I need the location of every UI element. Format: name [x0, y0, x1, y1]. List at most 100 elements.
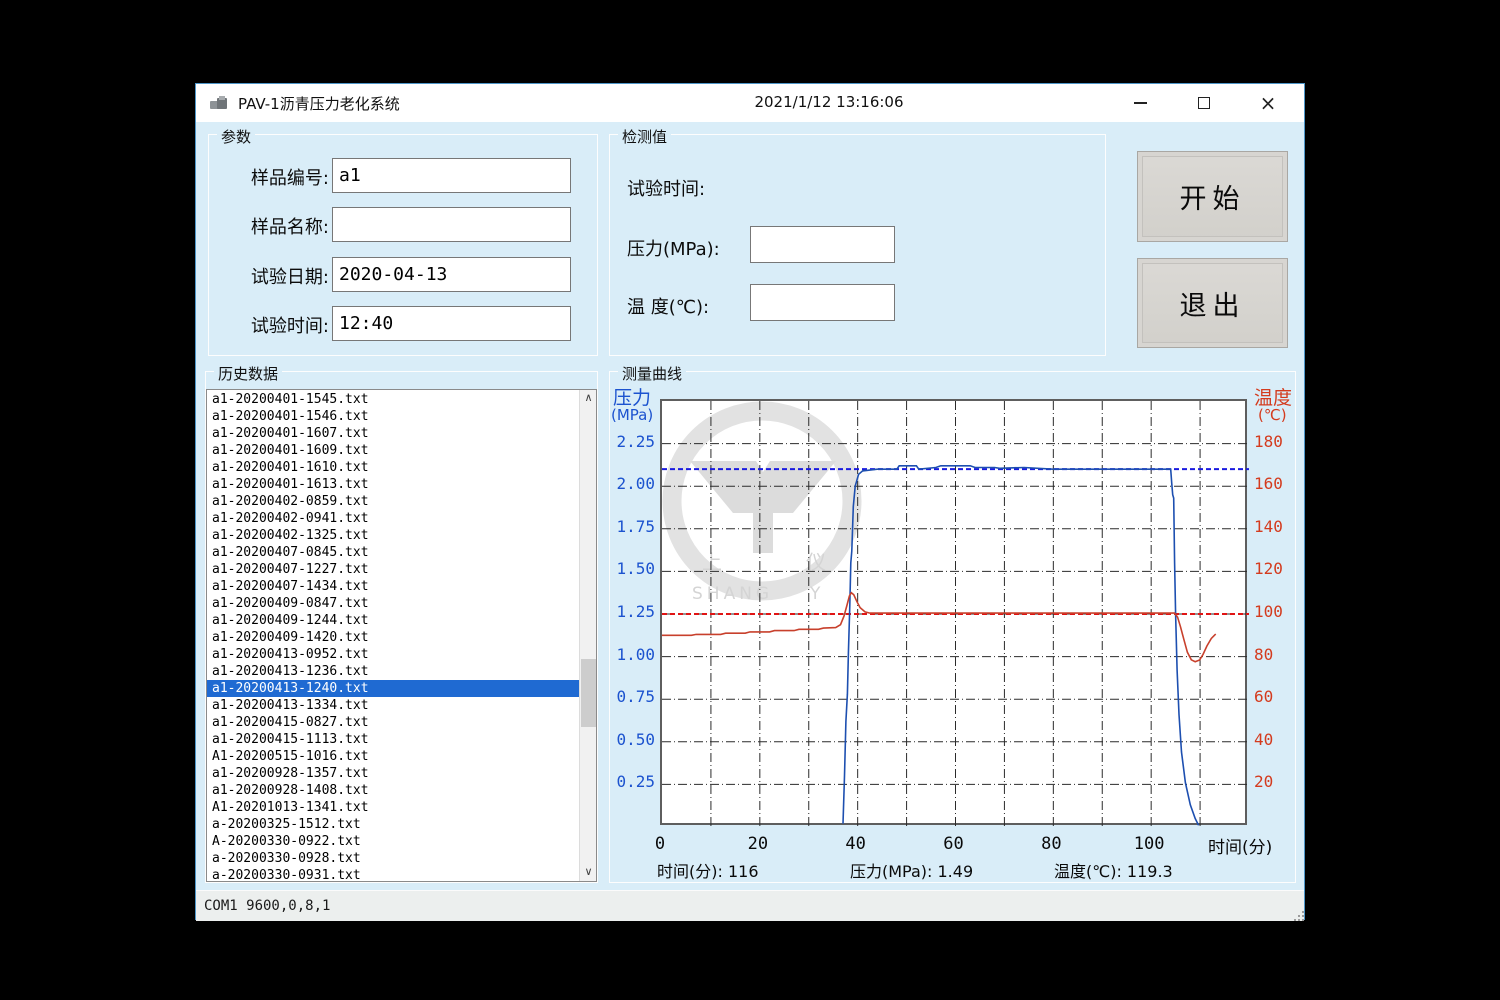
list-item[interactable]: a1-20200409-1420.txt: [207, 629, 579, 646]
list-item[interactable]: a1-20200402-1325.txt: [207, 527, 579, 544]
maximize-icon: [1198, 97, 1210, 109]
scroll-up-icon[interactable]: ∧: [580, 390, 597, 407]
list-item[interactable]: a1-20200402-0941.txt: [207, 510, 579, 527]
minimize-icon: [1134, 102, 1147, 104]
readout-2: 温度(℃): 119.3: [1054, 858, 1173, 882]
right-axis-tick: 40: [1254, 730, 1273, 749]
chart-panel: 测量曲线 压力 (MPa) 温度 (℃) 2.252.001.751.501.2…: [609, 371, 1296, 883]
x-axis-tick: 80: [1029, 834, 1073, 854]
sample-id-input[interactable]: [332, 158, 571, 193]
x-axis-tick: 0: [638, 834, 682, 854]
list-item[interactable]: a1-20200407-0845.txt: [207, 544, 579, 561]
list-item[interactable]: a1-20200413-0952.txt: [207, 646, 579, 663]
right-axis-tick: 100: [1254, 602, 1283, 621]
maximize-button[interactable]: [1172, 84, 1236, 122]
watermark-logo: 上 仪 SHANG Y: [672, 411, 852, 604]
window-title: PAV-1沥青压力老化系统: [238, 93, 400, 114]
list-item[interactable]: a1-20200415-0827.txt: [207, 714, 579, 731]
close-button[interactable]: ×: [1236, 84, 1300, 122]
list-item[interactable]: a-20200325-1512.txt: [207, 816, 579, 833]
list-item[interactable]: a1-20200401-1546.txt: [207, 408, 579, 425]
history-list: a1-20200401-1545.txta1-20200401-1546.txt…: [207, 391, 579, 882]
status-bar: COM1 9600,0,8,1: [196, 890, 1304, 921]
test-date-label: 试验日期:: [217, 263, 329, 289]
params-panel: 参数 样品编号: 样品名称: 试验日期: 试验时间:: [208, 134, 598, 356]
title-bar: PAV-1沥青压力老化系统 2021/1/12 13:16:06 ×: [196, 84, 1304, 122]
list-item[interactable]: a1-20200407-1434.txt: [207, 578, 579, 595]
list-item[interactable]: a1-20200402-0859.txt: [207, 493, 579, 510]
resize-grip-icon[interactable]: [1298, 915, 1300, 917]
test-time-input[interactable]: [332, 306, 571, 341]
list-item[interactable]: A1-20200515-1016.txt: [207, 748, 579, 765]
test-date-input[interactable]: [332, 257, 571, 292]
pressure-reading-input[interactable]: [750, 226, 895, 263]
list-item[interactable]: a1-20200415-1113.txt: [207, 731, 579, 748]
right-axis-unit: (℃): [1258, 406, 1287, 424]
list-item[interactable]: a1-20200407-1227.txt: [207, 561, 579, 578]
chart-plot-area: 上 仪 SHANG Y: [660, 399, 1247, 825]
list-item[interactable]: a-20200330-0931.txt: [207, 867, 579, 882]
list-item[interactable]: a-20200330-0928.txt: [207, 850, 579, 867]
temp-reading-label: 温 度(℃):: [627, 293, 709, 319]
close-icon: ×: [1260, 93, 1277, 113]
app-window: PAV-1沥青压力老化系统 2021/1/12 13:16:06 × 参数 样品…: [195, 83, 1305, 920]
readings-panel: 检测值 试验时间: 压力(MPa): 温 度(℃):: [609, 134, 1106, 356]
history-panel: 历史数据 a1-20200401-1545.txta1-20200401-154…: [205, 371, 598, 883]
list-item[interactable]: a1-20200401-1607.txt: [207, 425, 579, 442]
watermark-text: Y: [809, 584, 824, 604]
chart-panel-title: 测量曲线: [618, 363, 686, 384]
measurement-chart: 上 仪 SHANG Y: [662, 401, 1249, 827]
watermark-text: 上: [702, 550, 726, 574]
elapsed-time-label: 试验时间:: [627, 175, 705, 201]
list-item[interactable]: a1-20200401-1613.txt: [207, 476, 579, 493]
list-item[interactable]: a1-20200401-1609.txt: [207, 442, 579, 459]
list-item[interactable]: a1-20200409-0847.txt: [207, 595, 579, 612]
exit-button[interactable]: 退出: [1137, 258, 1288, 348]
left-axis-tick: 0.75: [610, 687, 655, 706]
titlebar-clock: 2021/1/12 13:16:06: [754, 93, 903, 111]
list-item[interactable]: a1-20200401-1545.txt: [207, 391, 579, 408]
sample-name-input[interactable]: [332, 207, 571, 242]
list-item[interactable]: a1-20200409-1244.txt: [207, 612, 579, 629]
scroll-down-icon[interactable]: ∨: [580, 864, 597, 881]
left-axis-tick: 1.00: [610, 645, 655, 664]
left-axis-tick: 2.00: [610, 474, 655, 493]
sample-id-label: 样品编号:: [217, 164, 329, 190]
list-item[interactable]: a1-20200413-1240.txt: [207, 680, 579, 697]
history-scrollbar[interactable]: ∧ ∨: [579, 390, 596, 881]
left-axis-tick: 0.25: [610, 772, 655, 791]
list-item[interactable]: a1-20200413-1236.txt: [207, 663, 579, 680]
test-time-label: 试验时间:: [217, 312, 329, 338]
list-item[interactable]: A1-20201013-1341.txt: [207, 799, 579, 816]
list-item[interactable]: a1-20200928-1408.txt: [207, 782, 579, 799]
left-axis-tick: 0.50: [610, 730, 655, 749]
readout-1: 压力(MPa): 1.49: [850, 858, 973, 882]
right-axis-tick: 160: [1254, 474, 1283, 493]
right-axis-tick: 120: [1254, 559, 1283, 578]
minimize-button[interactable]: [1108, 84, 1172, 122]
pressure-curve: [843, 466, 1199, 826]
watermark-text: SHANG: [692, 584, 773, 604]
list-item[interactable]: A-20200330-0922.txt: [207, 833, 579, 850]
left-axis-tick: 1.75: [610, 517, 655, 536]
list-item[interactable]: a1-20200413-1334.txt: [207, 697, 579, 714]
left-axis-tick: 2.25: [610, 432, 655, 451]
list-item[interactable]: a1-20200401-1610.txt: [207, 459, 579, 476]
app-icon: [210, 96, 227, 109]
right-axis-tick: 80: [1254, 645, 1273, 664]
history-panel-title: 历史数据: [214, 363, 282, 384]
watermark-text: 仪: [806, 550, 830, 574]
pressure-reading-label: 压力(MPa):: [627, 235, 720, 261]
readout-0: 时间(分): 116: [657, 858, 759, 882]
left-axis-tick: 1.50: [610, 559, 655, 578]
left-axis-tick: 1.25: [610, 602, 655, 621]
temp-reading-input[interactable]: [750, 284, 895, 321]
right-axis-tick: 20: [1254, 772, 1273, 791]
scrollbar-thumb[interactable]: [581, 659, 596, 727]
right-axis-tick: 140: [1254, 517, 1283, 536]
x-axis-tick: 20: [736, 834, 780, 854]
list-item[interactable]: a1-20200928-1357.txt: [207, 765, 579, 782]
right-axis-tick: 180: [1254, 432, 1283, 451]
history-listbox[interactable]: a1-20200401-1545.txta1-20200401-1546.txt…: [206, 389, 597, 882]
start-button[interactable]: 开始: [1137, 151, 1288, 242]
